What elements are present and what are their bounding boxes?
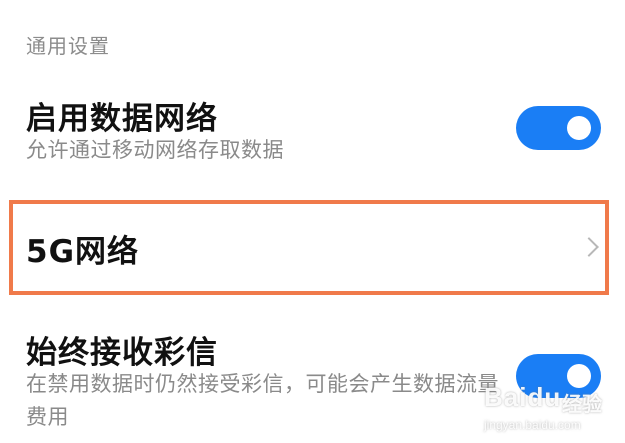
section-header: 通用设置 [26,34,110,58]
setting-subtitle: 在禁用数据时仍然接受彩信，可能会产生数据流量费用 [26,372,499,429]
toggle-knob [567,116,591,140]
setting-row-mobile-data[interactable]: 启用数据网络 允许通过移动网络存取数据 [0,88,625,188]
setting-row-mms[interactable]: 始终接收彩信 在禁用数据时仍然接受彩信，可能会产生数据流量费用 [0,322,625,443]
setting-title: 启用数据网络 [26,101,218,137]
toggle-knob [567,364,591,388]
setting-subtitle: 允许通过移动网络存取数据 [26,138,284,162]
setting-title: 始终接收彩信 [26,335,218,371]
mms-toggle[interactable] [516,354,601,398]
settings-screen: 通用设置 启用数据网络 允许通过移动网络存取数据 5G网络 始终接收彩信 在禁用… [0,0,625,443]
highlight-annotation-box [9,200,609,295]
mobile-data-toggle[interactable] [516,106,601,150]
